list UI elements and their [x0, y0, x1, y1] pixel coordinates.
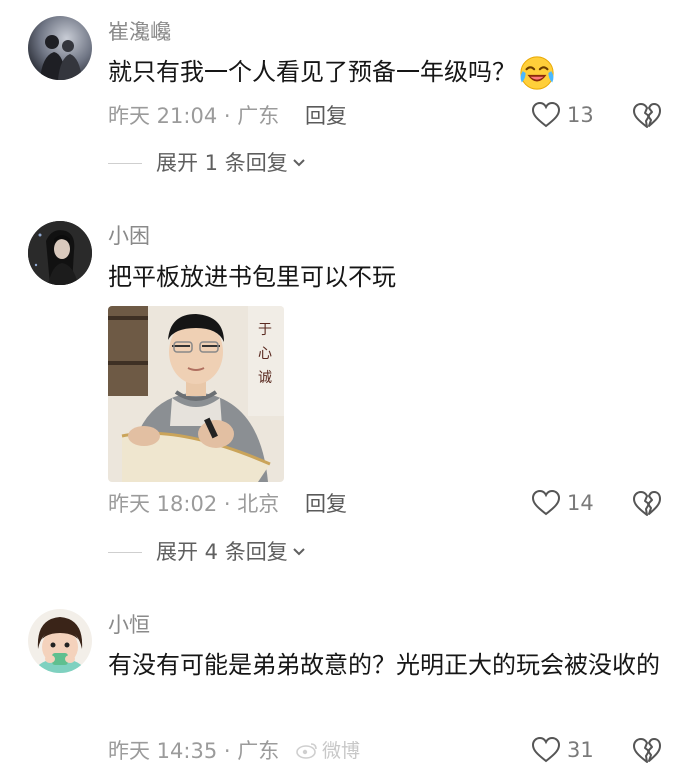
comment-meta: 昨天 14:35 · 广东	[108, 739, 280, 763]
heart-outline-icon	[531, 736, 561, 763]
expand-replies-button[interactable]: 展开 4 条回复	[108, 537, 306, 567]
expand-label: 展开 4 条回复	[156, 540, 288, 564]
username[interactable]: 小困	[108, 222, 150, 250]
heart-outline-icon	[531, 101, 561, 128]
like-count: 13	[567, 103, 594, 127]
reply-button[interactable]: 回复	[305, 489, 347, 519]
comment-text: 有没有可能是弟弟故意的？光明正大的玩会被没收的	[108, 643, 668, 687]
comment-meta: 昨天 21:04 · 广东	[108, 104, 280, 128]
comment-text-content: 有没有可能是弟弟故意的？光明正大的玩会被没收的	[108, 651, 660, 679]
reply-button[interactable]: 回复	[305, 101, 347, 131]
svg-text:于: 于	[258, 322, 272, 338]
broken-heart-icon[interactable]	[632, 736, 662, 766]
avatar[interactable]	[28, 221, 92, 285]
username[interactable]: 崔瀺巉	[108, 18, 171, 46]
comment-text: 就只有我一个人看见了预备一年级吗？	[108, 50, 668, 94]
divider-line	[108, 162, 142, 164]
like-count: 31	[567, 738, 594, 762]
weibo-logo-icon	[296, 742, 317, 759]
like-button[interactable]: 13	[531, 100, 594, 130]
like-button[interactable]: 14	[531, 488, 594, 518]
like-button[interactable]: 31	[531, 735, 594, 765]
expand-replies-button[interactable]: 展开 1 条回复	[108, 148, 306, 178]
divider-line	[108, 551, 142, 553]
avatar[interactable]	[28, 16, 92, 80]
svg-text:诚: 诚	[258, 370, 272, 386]
comment-text-content: 就只有我一个人看见了预备一年级吗？	[108, 58, 516, 86]
comment-text: 把平板放进书包里可以不玩	[108, 255, 668, 299]
comment-image[interactable]: 于 心 诚	[108, 306, 284, 482]
chevron-down-icon	[293, 548, 305, 556]
watermark-text: 微博	[322, 740, 361, 762]
svg-text:心: 心	[258, 346, 272, 362]
comment-text-content: 把平板放进书包里可以不玩	[108, 263, 396, 291]
watermark: 微博	[296, 736, 360, 763]
comment-meta: 昨天 18:02 · 北京	[108, 492, 280, 516]
heart-outline-icon	[531, 489, 561, 516]
broken-heart-icon[interactable]	[632, 101, 662, 131]
chevron-down-icon	[293, 159, 305, 167]
broken-heart-icon[interactable]	[632, 489, 662, 519]
laughing-crying-emoji-icon	[520, 56, 554, 90]
avatar[interactable]	[28, 609, 92, 673]
username[interactable]: 小恒	[108, 611, 150, 639]
expand-label: 展开 1 条回复	[156, 151, 288, 175]
like-count: 14	[567, 491, 594, 515]
